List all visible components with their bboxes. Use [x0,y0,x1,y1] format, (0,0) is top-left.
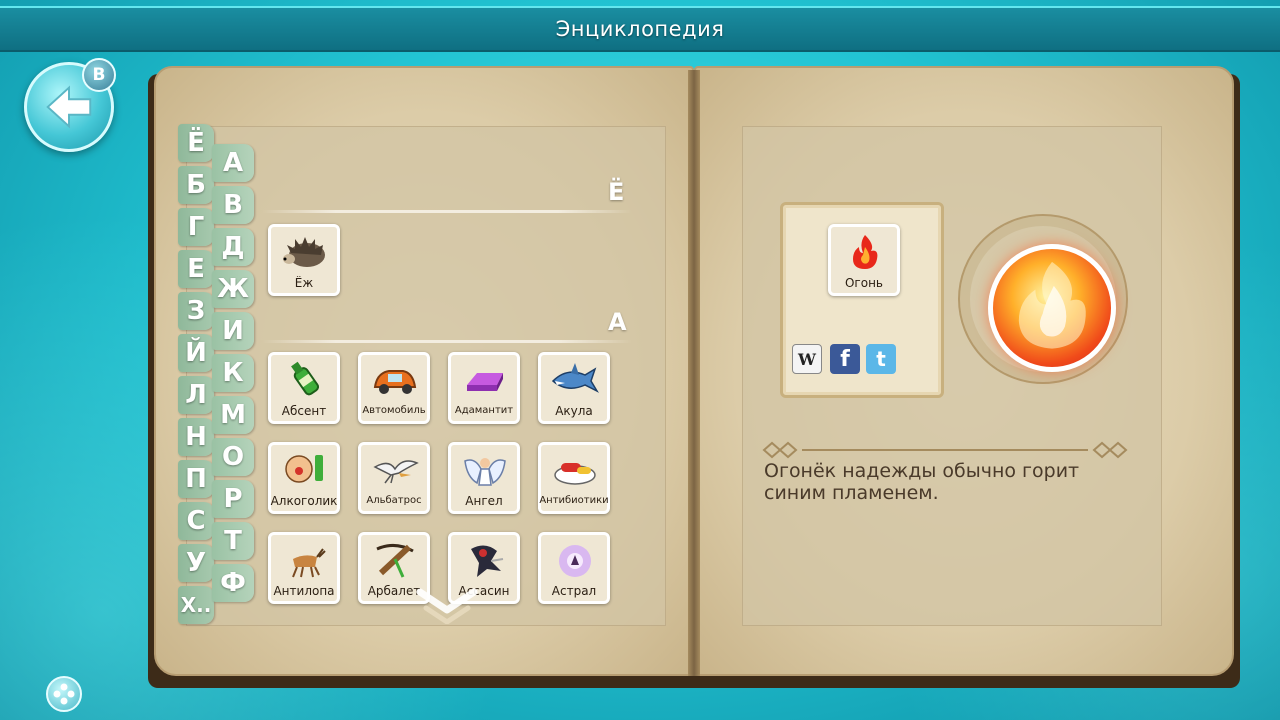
selected-element-card[interactable]: Огонь [828,224,900,296]
element-card[interactable]: Астрал [538,532,610,604]
tab-letter[interactable]: З [178,292,214,330]
element-card[interactable]: Антилопа [268,532,340,604]
tab-letter-more[interactable]: Х.. [178,586,214,624]
wikipedia-icon[interactable]: W [792,344,822,374]
element-card[interactable]: Автомобиль [358,352,430,424]
tab-letter[interactable]: С [178,502,214,540]
page-title: Энциклопедия [555,17,725,41]
antelope-icon [292,548,326,578]
tab-letter[interactable]: К [212,354,254,392]
tab-letter[interactable]: И [212,312,254,350]
adamantite-ingot-icon [467,373,503,391]
element-card[interactable]: Ёж [268,224,340,296]
gamepad-button[interactable] [46,676,82,712]
element-card[interactable]: Акула [538,352,610,424]
tab-letter[interactable]: Ф [212,564,254,602]
element-name: Автомобиль [362,405,426,416]
element-name: Адамантит [454,405,514,416]
title-bar: Энциклопедия [0,6,1280,52]
element-name: Алкоголик [270,494,338,508]
element-name: Абсент [281,404,327,418]
tab-letter[interactable]: Р [212,480,254,518]
element-card[interactable]: Ангел [448,442,520,514]
antibiotics-icon [554,463,596,485]
tab-letter[interactable]: Н [178,418,214,456]
angel-icon [464,458,506,486]
assassin-icon [471,545,504,577]
tab-letter[interactable]: А [212,144,254,182]
element-name: Ангел [465,494,503,508]
element-card[interactable]: Адамантит [448,352,520,424]
tab-letter[interactable]: Й [178,334,214,372]
scroll-down-icon[interactable] [416,588,478,624]
element-name: Ёж [294,276,314,290]
tab-letter[interactable]: Б [178,166,214,204]
tab-letter[interactable]: Г [178,208,214,246]
alcoholic-icon [285,455,323,483]
element-name: Акула [555,404,593,418]
element-name: Огонь [844,276,883,290]
fire-icon [853,235,878,269]
hedgehog-icon [283,237,325,267]
twitter-icon[interactable]: t [866,344,896,374]
book-spine [688,70,700,676]
tab-letter[interactable]: У [178,544,214,582]
fire-medal-icon [988,244,1116,372]
element-card[interactable]: Абсент [268,352,340,424]
element-name: Астрал [551,584,597,598]
crossbow-icon [376,544,414,578]
section-letter: А [608,308,627,336]
alphabet-tabs: Ё Б Г Е З Й Л Н П С У Х.. А В Д Ж И К М … [178,124,260,624]
albatross-icon [373,460,419,484]
facebook-icon[interactable]: f [830,344,860,374]
shark-icon [551,363,599,393]
tab-letter[interactable]: Ж [212,270,254,308]
tab-letter[interactable]: П [178,460,214,498]
car-icon [373,370,417,394]
element-card[interactable]: Альбатрос [358,442,430,514]
tab-letter[interactable]: В [212,186,254,224]
element-description: Огонёк надежды обычно горит синим пламен… [764,460,1080,504]
b-key-badge: B [82,58,116,92]
tab-letter[interactable]: Т [212,522,254,560]
element-card[interactable]: Алкоголик [268,442,340,514]
ornament-divider [762,441,1128,459]
tab-letter[interactable]: О [212,438,254,476]
gamepad-icon [53,683,75,705]
tab-letter[interactable]: Д [212,228,254,266]
tab-letter[interactable]: Ё [178,124,214,162]
tab-letter[interactable]: М [212,396,254,434]
element-card[interactable]: Антибиотики [538,442,610,514]
section-letter: Ё [608,178,625,206]
section-divider [262,210,632,213]
right-page [694,66,1234,676]
astral-icon [559,545,591,577]
tab-letter[interactable]: Л [178,376,214,414]
element-name: Альбатрос [366,495,422,506]
absinthe-bottle-icon [291,361,320,396]
tab-letter[interactable]: Е [178,250,214,288]
element-name: Антибиотики [539,495,609,506]
section-divider [262,340,632,343]
element-name: Антилопа [273,584,335,598]
